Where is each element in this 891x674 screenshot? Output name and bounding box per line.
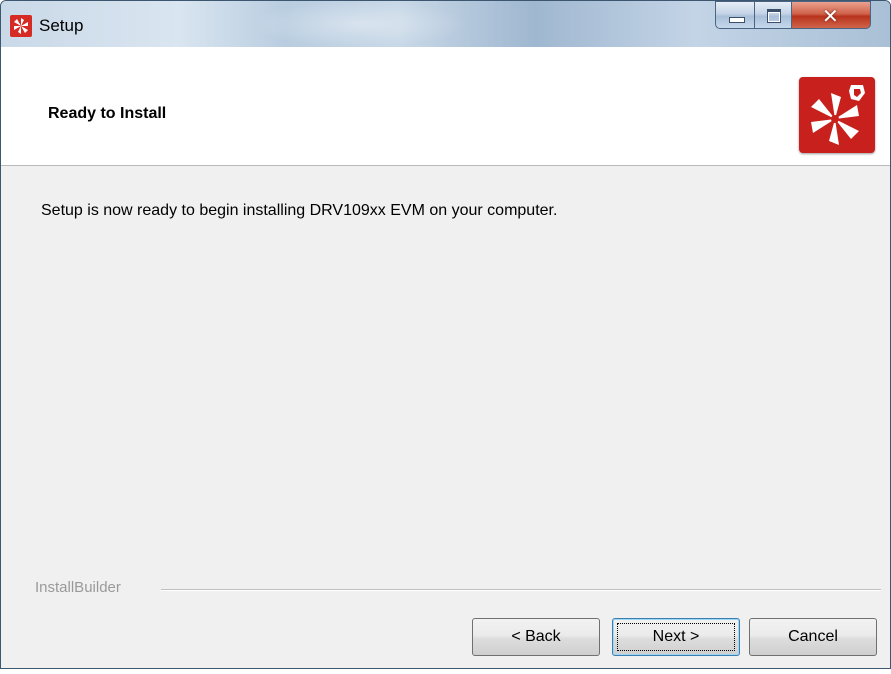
footer-divider	[161, 589, 881, 591]
installbuilder-label: InstallBuilder	[35, 579, 121, 596]
wizard-header: Ready to Install	[1, 47, 890, 166]
window-title: Setup	[39, 16, 84, 35]
ready-message: Setup is now ready to begin installing D…	[41, 202, 558, 219]
maximize-button[interactable]	[754, 1, 792, 29]
maximize-icon	[767, 9, 781, 23]
title-bar[interactable]: Setup ✕	[1, 1, 890, 47]
app-icon	[10, 15, 32, 37]
minimize-button[interactable]	[715, 1, 755, 29]
back-button[interactable]: < Back	[472, 618, 600, 656]
cancel-button[interactable]: Cancel	[749, 618, 877, 656]
next-button[interactable]: Next >	[612, 618, 740, 656]
close-button[interactable]: ✕	[791, 1, 871, 29]
focus-rectangle	[617, 623, 735, 651]
minimize-icon	[729, 17, 745, 23]
close-icon: ✕	[822, 4, 839, 28]
title-bar-glow	[251, 1, 471, 47]
installer-logo-icon	[799, 77, 875, 153]
page-title: Ready to Install	[48, 105, 167, 122]
setup-window: Setup ✕ Ready to Install Setup is now re…	[0, 0, 891, 669]
